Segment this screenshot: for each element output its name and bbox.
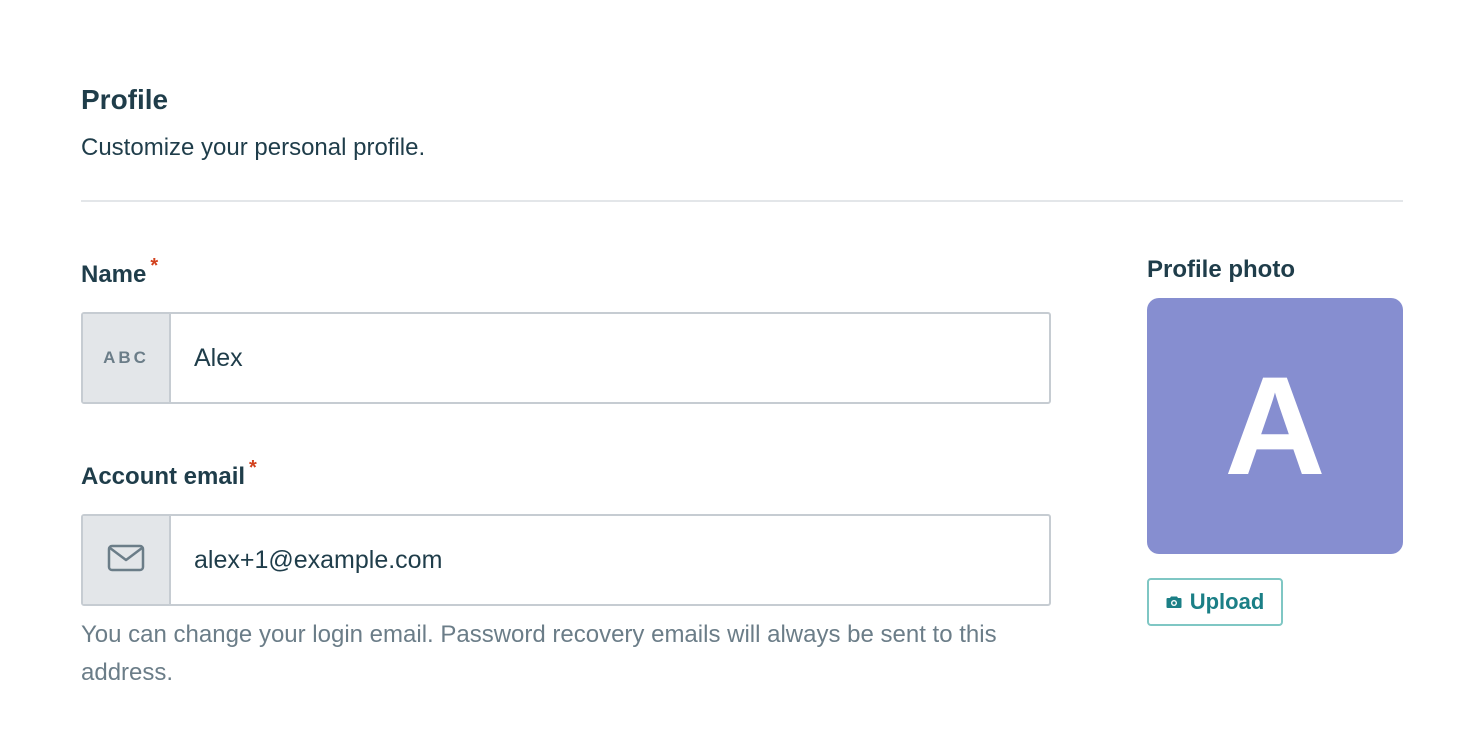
name-input[interactable] [171, 314, 1049, 402]
avatar: A [1147, 298, 1403, 554]
email-label: Account email * [81, 457, 257, 491]
required-marker: * [150, 255, 159, 277]
profile-page: Profile Customize your personal profile.… [0, 0, 1483, 746]
page-title: Profile [81, 84, 169, 115]
mail-icon [107, 544, 145, 577]
name-addon: ABC [83, 314, 171, 402]
name-label: Name * [81, 255, 158, 289]
upload-label: Upload [1189, 589, 1265, 614]
upload-button[interactable]: Upload [1147, 578, 1283, 626]
profile-photo-label: Profile photo [1147, 256, 1295, 283]
email-input[interactable] [171, 516, 1049, 604]
email-help-text: You can change your login email. Passwor… [81, 621, 997, 686]
email-label-text: Account email [81, 463, 246, 490]
page-subtitle: Customize your personal profile. [81, 134, 426, 161]
divider [81, 200, 1403, 202]
camera-icon [1166, 595, 1182, 609]
name-label-text: Name [81, 261, 147, 288]
text-type-icon: ABC [103, 348, 149, 367]
email-addon [83, 516, 171, 604]
required-marker: * [249, 457, 257, 479]
email-input-group [81, 514, 1051, 606]
name-input-group: ABC [81, 312, 1051, 404]
